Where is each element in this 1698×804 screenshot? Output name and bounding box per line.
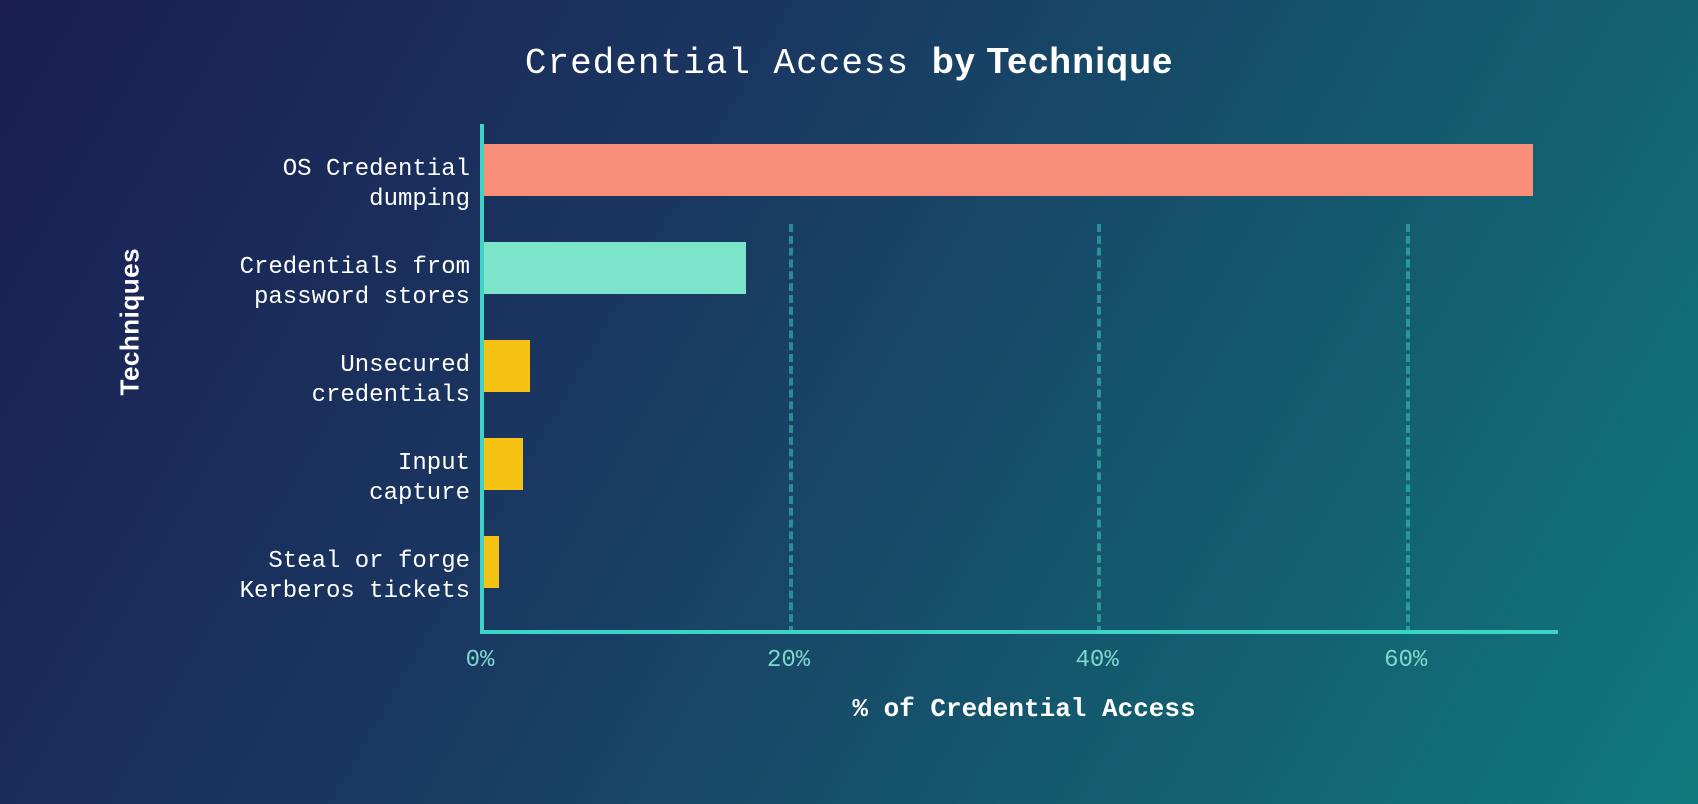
x-tick-label: 60% [1384, 647, 1427, 674]
plot-area: 0%20%40%60% [480, 124, 1558, 634]
y-category-label: OS Credentialdumping [170, 155, 470, 215]
bar-row [484, 242, 746, 294]
bar [484, 536, 499, 588]
y-category-label: Unsecuredcredentials [170, 351, 470, 411]
bar-row [484, 340, 530, 392]
gridline [1097, 224, 1101, 634]
x-tick-label: 40% [1076, 647, 1119, 674]
title-part-1: Credential Access [525, 43, 932, 84]
chart-title: Credential Access by Technique [80, 40, 1618, 84]
x-tick-label: 0% [466, 647, 495, 674]
y-category-label: Steal or forgeKerberos tickets [170, 547, 470, 607]
bar-row [484, 144, 1533, 196]
bar [484, 438, 523, 490]
chart-container: Credential Access by Technique Technique… [80, 40, 1618, 764]
bar [484, 144, 1533, 196]
y-axis-title: Techniques [115, 248, 146, 396]
y-category-label: Inputcapture [170, 449, 470, 509]
bar-row [484, 536, 499, 588]
bar-row [484, 438, 523, 490]
gridline [789, 224, 793, 634]
bar [484, 242, 746, 294]
bar [484, 340, 530, 392]
x-axis-title: % of Credential Access [430, 694, 1618, 724]
gridline [1406, 224, 1410, 634]
x-axis-line [480, 630, 1558, 634]
x-tick-label: 20% [767, 647, 810, 674]
y-category-label: Credentials frompassword stores [170, 253, 470, 313]
title-part-2: by Technique [932, 40, 1173, 81]
